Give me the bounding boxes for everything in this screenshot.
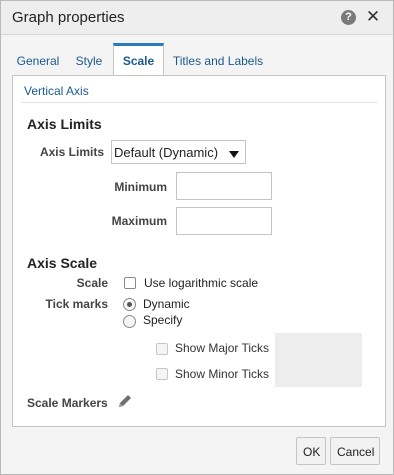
show-minor-ticks-label: Show Minor Ticks — [175, 367, 270, 381]
ok-button[interactable]: OK — [296, 437, 326, 465]
pencil-icon[interactable] — [117, 393, 133, 409]
tick-dynamic-radio[interactable] — [123, 298, 136, 311]
tick-marks-label: Tick marks — [45, 297, 109, 311]
scale-label: Scale — [76, 276, 108, 290]
axis-limits-heading: Axis Limits — [27, 116, 102, 132]
axis-limits-select[interactable]: Default (Dynamic) — [111, 140, 246, 164]
tab-titles-and-labels[interactable]: Titles and Labels — [166, 43, 270, 76]
graph-properties-dialog: Graph properties ? ✕ General Style Scale… — [0, 0, 394, 475]
close-icon[interactable]: ✕ — [365, 8, 381, 26]
dialog-titlebar: Graph properties ? ✕ — [1, 1, 393, 35]
tick-specify-radio[interactable] — [123, 315, 136, 328]
show-minor-ticks-checkbox[interactable] — [156, 368, 168, 380]
maximum-input[interactable] — [176, 207, 272, 235]
minimum-label: Minimum — [114, 180, 167, 194]
scale-tab-panel: Vertical Axis Axis Limits Axis Limits De… — [12, 75, 386, 427]
vertical-axis-heading: Vertical Axis — [24, 84, 89, 98]
tab-general[interactable]: General — [12, 43, 64, 76]
tick-values-box — [275, 333, 362, 387]
cancel-button[interactable]: Cancel — [330, 437, 380, 465]
log-scale-checkbox[interactable] — [124, 277, 136, 289]
tick-specify-label: Specify — [143, 313, 183, 327]
scale-markers-label: Scale Markers — [27, 396, 108, 410]
help-icon[interactable]: ? — [341, 10, 356, 25]
axis-limits-label: Axis Limits — [39, 145, 104, 159]
tick-dynamic-label: Dynamic — [143, 297, 190, 311]
section-divider — [21, 102, 377, 103]
axis-limits-selected-value: Default (Dynamic) — [114, 145, 219, 160]
axis-scale-heading: Axis Scale — [27, 255, 98, 271]
maximum-label: Maximum — [111, 214, 167, 228]
show-major-ticks-checkbox[interactable] — [156, 343, 168, 355]
dropdown-arrow-icon — [229, 151, 239, 158]
dialog-title: Graph properties — [12, 9, 125, 26]
tab-strip: General Style Scale Titles and Labels — [12, 43, 386, 77]
log-scale-label: Use logarithmic scale — [144, 276, 259, 290]
tab-style[interactable]: Style — [66, 43, 112, 76]
minimum-input[interactable] — [176, 172, 272, 200]
tab-scale[interactable]: Scale — [113, 43, 164, 77]
show-major-ticks-label: Show Major Ticks — [175, 341, 270, 355]
